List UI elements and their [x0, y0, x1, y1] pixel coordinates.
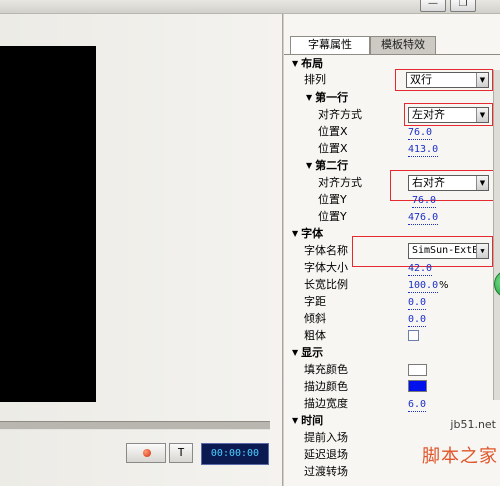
collapse-triangle-icon: ▼: [292, 229, 299, 238]
fill-color-swatch[interactable]: [408, 364, 427, 376]
panel-edge-scrollbar[interactable]: [493, 70, 500, 400]
minimize-button[interactable]: —: [420, 0, 446, 12]
collapse-triangle-icon: ▼: [292, 59, 299, 68]
video-preview: [0, 46, 96, 402]
letter-spacing-value[interactable]: 0.0: [408, 296, 427, 310]
window-title-bar: — ❐: [0, 0, 500, 14]
enter-early-label: 提前入场: [304, 431, 348, 444]
section-line1-title: 第一行: [315, 91, 349, 104]
transition-label: 过渡转场: [304, 465, 348, 478]
bold-label: 粗体: [304, 329, 326, 342]
collapse-triangle-icon: ▼: [306, 93, 313, 102]
exit-delay-label: 延迟退场: [304, 448, 348, 461]
text-button[interactable]: T: [169, 443, 193, 463]
minimize-icon: —: [428, 0, 438, 9]
highlight-box-arrangement: [395, 69, 493, 91]
arrangement-label: 排列: [304, 73, 326, 86]
preview-panel: T 00:00:00: [0, 14, 283, 486]
section-line2-title: 第二行: [315, 159, 349, 172]
line1-pos-y-label: 位置X: [318, 142, 348, 155]
skew-value[interactable]: 0.0: [408, 313, 427, 327]
record-button[interactable]: [126, 443, 166, 463]
stroke-color-swatch[interactable]: [408, 380, 427, 392]
tab-template-effects[interactable]: 模板特效: [370, 36, 436, 54]
line1-align-label: 对齐方式: [318, 108, 362, 121]
line1-pos-x-label: 位置X: [318, 125, 348, 138]
letter-spacing-label: 字距: [304, 295, 326, 308]
aspect-ratio-unit: %: [439, 280, 449, 291]
bold-checkbox[interactable]: [408, 330, 419, 341]
highlight-box-line2-align: [390, 170, 494, 201]
collapse-triangle-icon: ▼: [292, 416, 299, 425]
section-time-header[interactable]: ▼ 时间: [292, 413, 323, 430]
stroke-width-label: 描边宽度: [304, 397, 348, 410]
aspect-ratio-label: 长宽比例: [304, 278, 348, 291]
record-icon: [143, 449, 151, 457]
section-layout-header[interactable]: ▼ 布局: [292, 56, 323, 73]
collapse-triangle-icon: ▼: [306, 161, 313, 170]
watermark-url: jb51.net: [450, 418, 496, 431]
line2-pos-x-label: 位置Y: [318, 193, 347, 206]
line2-pos-y-label: 位置Y: [318, 210, 347, 223]
section-line1-header[interactable]: ▼ 第一行: [306, 90, 348, 107]
timecode-display: 00:00:00: [201, 443, 269, 465]
watermark-text: 脚本之家: [422, 446, 498, 467]
section-font-header[interactable]: ▼ 字体: [292, 226, 323, 243]
highlight-box-line1-align: [404, 103, 493, 126]
section-display-title: 显示: [301, 346, 324, 359]
skew-label: 倾斜: [304, 312, 326, 325]
stroke-color-label: 描边颜色: [304, 380, 348, 393]
font-name-label: 字体名称: [304, 244, 348, 257]
section-layout-title: 布局: [301, 57, 324, 70]
line2-pos-x-value[interactable]: 76.0: [412, 194, 437, 208]
collapse-triangle-icon: ▼: [292, 348, 299, 357]
timeline-scrollbar[interactable]: [0, 421, 270, 430]
section-line2-header[interactable]: ▼ 第二行: [306, 158, 348, 175]
aspect-ratio-value[interactable]: 100.0: [408, 279, 439, 293]
font-size-value[interactable]: 42.0: [408, 262, 433, 276]
tab-subtitle-properties[interactable]: 字幕属性: [290, 36, 370, 54]
line1-pos-y-value[interactable]: 413.0: [408, 143, 439, 157]
fill-color-label: 填充颜色: [304, 363, 348, 376]
font-size-label: 字体大小: [304, 261, 348, 274]
watermark: jb51.net 脚本之家: [398, 412, 500, 486]
section-display-header[interactable]: ▼ 显示: [292, 345, 323, 362]
tab-divider: [284, 54, 500, 55]
line2-align-label: 对齐方式: [318, 176, 362, 189]
restore-icon: ❐: [458, 0, 468, 9]
line1-pos-x-value[interactable]: 76.0: [408, 126, 433, 140]
stroke-width-value[interactable]: 6.0: [408, 398, 427, 412]
restore-button[interactable]: ❐: [450, 0, 476, 12]
section-font-title: 字体: [301, 227, 324, 240]
section-time-title: 时间: [301, 414, 324, 427]
line2-pos-y-value[interactable]: 476.0: [408, 211, 439, 225]
